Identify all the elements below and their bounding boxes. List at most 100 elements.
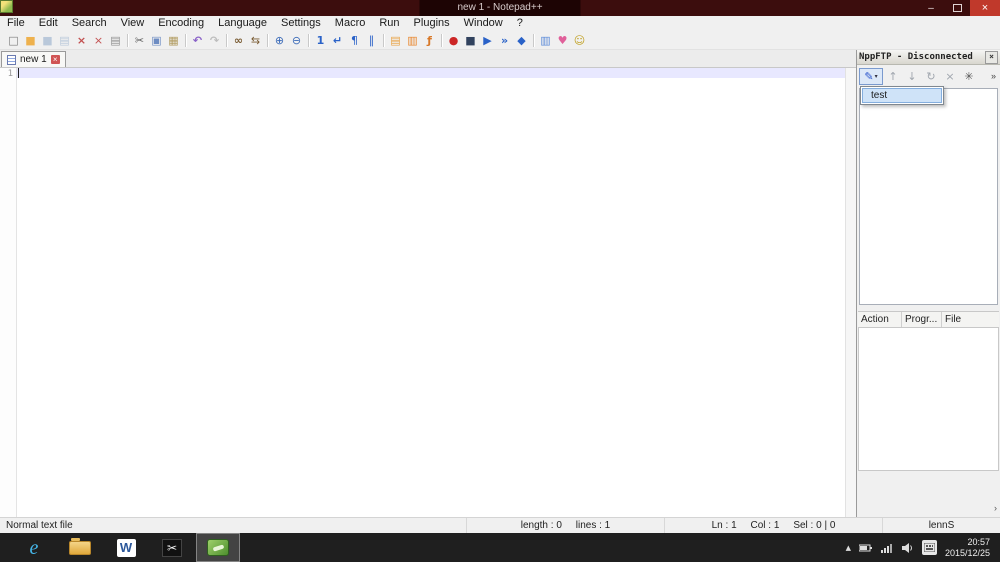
redo-icon[interactable]: ↷	[206, 32, 223, 48]
menu-language[interactable]: Language	[211, 16, 274, 31]
record-macro-icon[interactable]: ●	[445, 32, 462, 48]
ftp-queue-list[interactable]	[858, 328, 999, 471]
nppftp-close-icon[interactable]: ×	[985, 50, 998, 64]
ftp-abort-icon[interactable]: ×	[941, 68, 959, 85]
snipping-tool-taskbar-button[interactable]: ✂	[150, 533, 194, 562]
toolbar-overflow-icon[interactable]: »	[991, 71, 998, 81]
battery-icon[interactable]	[858, 543, 873, 553]
close-button[interactable]: ×	[970, 0, 1000, 16]
menu-window[interactable]: Window	[457, 16, 510, 31]
run-macro-multiple-times-icon[interactable]: »	[496, 32, 513, 48]
line-number: 1	[7, 69, 13, 79]
internet-explorer-taskbar-button[interactable]: e	[12, 533, 56, 562]
show-all-characters-icon[interactable]: ¶	[346, 32, 363, 48]
ftp-file-tree[interactable]	[859, 88, 998, 305]
menu-plugins[interactable]: Plugins	[407, 16, 457, 31]
ftp-connect-icon: ✎	[864, 69, 874, 83]
nppexport-plugin-icon[interactable]: ☺	[571, 32, 588, 48]
user-defined-language-icon[interactable]: ▤	[387, 32, 404, 48]
zoom-out-icon[interactable]: ⊖	[288, 32, 305, 48]
close-file-icon[interactable]: ×	[73, 32, 90, 48]
copy-icon[interactable]: ▣	[148, 32, 165, 48]
document-map-icon[interactable]: ▥	[404, 32, 421, 48]
status-insert-mode: lennS	[928, 520, 955, 531]
menu-settings[interactable]: Settings	[274, 16, 328, 31]
compare-plugin-icon[interactable]: ♥	[554, 32, 571, 48]
file-explorer-taskbar-button[interactable]	[58, 533, 102, 562]
menu-run[interactable]: Run	[372, 16, 406, 31]
playback-macro-icon[interactable]: ▶	[479, 32, 496, 48]
editor-column: new 1 × 1	[0, 50, 856, 517]
menu-macro[interactable]: Macro	[328, 16, 373, 31]
menu-search[interactable]: Search	[65, 16, 114, 31]
taskbar-clock[interactable]: 20:57 2015/12/25	[945, 537, 990, 559]
menu-encoding[interactable]: Encoding	[151, 16, 211, 31]
menu-bar: File Edit Search View Encoding Language …	[0, 16, 1000, 31]
restore-button[interactable]	[944, 0, 970, 16]
ftp-download-icon[interactable]: ↓	[903, 68, 921, 85]
notepad-plus-plus-taskbar-button[interactable]	[196, 533, 240, 562]
stop-recording-icon[interactable]: ■	[462, 32, 479, 48]
ftp-upload-icon[interactable]: ↑	[884, 68, 902, 85]
network-signal-icon[interactable]	[880, 543, 894, 553]
save-recorded-macro-icon[interactable]: ◆	[513, 32, 530, 48]
word-taskbar-button[interactable]: W	[104, 533, 148, 562]
window-controls: – ×	[918, 0, 1000, 16]
input-method-icon[interactable]	[921, 540, 937, 555]
taskbar: e W ✂ ▲ 20:57 2015/12/25	[0, 533, 1000, 562]
editor: 1	[0, 68, 856, 517]
zoom-in-icon[interactable]: ⊕	[271, 32, 288, 48]
open-folder-icon[interactable]: ■	[22, 32, 39, 48]
print-icon[interactable]: ▤	[107, 32, 124, 48]
ftp-settings-gear-icon[interactable]: ✳	[960, 68, 978, 85]
editor-vertical-scrollbar[interactable]	[845, 68, 856, 517]
queue-column-file[interactable]: File	[942, 312, 999, 327]
toolbar-separator	[226, 33, 227, 47]
menu-view[interactable]: View	[114, 16, 152, 31]
menu-edit[interactable]: Edit	[32, 16, 65, 31]
queue-column-action[interactable]: Action	[858, 312, 902, 327]
menu-file[interactable]: File	[0, 16, 32, 31]
current-line-highlight	[17, 68, 845, 78]
tab-bar: new 1 ×	[0, 50, 856, 68]
save-icon[interactable]: ■	[39, 32, 56, 48]
system-tray: ▲ 20:57 2015/12/25	[846, 533, 1000, 562]
save-all-icon[interactable]: ▤	[56, 32, 73, 48]
editor-text-area[interactable]	[17, 68, 845, 517]
main-toolbar: □ ■ ■ ▤ × × ▤ ✂ ▣ ▦ ↶ ↷ ∞ ⇆ ⊕ ⊖ 1 ↵ ¶ ∥ …	[0, 31, 1000, 50]
find-icon[interactable]: ∞	[230, 32, 247, 48]
line-number-gutter[interactable]: 1	[0, 68, 17, 517]
volume-icon[interactable]	[901, 542, 914, 553]
tray-expand-icon[interactable]: ▲	[846, 544, 851, 552]
status-doc-type: Normal text file	[0, 518, 467, 533]
undo-icon[interactable]: ↶	[189, 32, 206, 48]
queue-column-progress[interactable]: Progr...	[902, 312, 942, 327]
menu-help[interactable]: ?	[510, 16, 530, 31]
find-result-window-icon[interactable]: ▥	[537, 32, 554, 48]
title-bar: new 1 - Notepad++ – ×	[0, 0, 1000, 16]
tab-close-icon[interactable]: ×	[50, 55, 60, 64]
toolbar-separator	[185, 33, 186, 47]
taskbar-apps: e W ✂	[12, 533, 240, 562]
nppftp-panel: NppFTP - Disconnected × ✎ ▾ ↑ ↓ ↻ × ✳ » …	[856, 50, 1000, 517]
ftp-connect-button[interactable]: ✎ ▾	[859, 67, 883, 85]
ftp-profile-item-test[interactable]: test	[862, 88, 942, 103]
ftp-refresh-icon[interactable]: ↻	[922, 68, 940, 85]
tab-new-1[interactable]: new 1 ×	[1, 51, 66, 67]
scroll-right-arrow-icon[interactable]: ›	[994, 504, 997, 513]
cut-icon[interactable]: ✂	[131, 32, 148, 48]
function-list-icon[interactable]: ƒ	[421, 32, 438, 48]
restore-default-zoom-icon[interactable]: 1	[312, 32, 329, 48]
screen: new 1 - Notepad++ – × File Edit Search V…	[0, 0, 1000, 562]
minimize-button[interactable]: –	[918, 0, 944, 16]
word-wrap-icon[interactable]: ↵	[329, 32, 346, 48]
clock-date: 2015/12/25	[944, 547, 990, 558]
clock-time: 20:57	[967, 536, 990, 547]
show-indent-guide-icon[interactable]: ∥	[363, 32, 380, 48]
new-file-icon[interactable]: □	[5, 32, 22, 48]
close-all-files-icon[interactable]: ×	[90, 32, 107, 48]
toolbar-separator	[308, 33, 309, 47]
scissors-icon: ✂	[162, 538, 182, 557]
paste-icon[interactable]: ▦	[165, 32, 182, 48]
replace-icon[interactable]: ⇆	[247, 32, 264, 48]
